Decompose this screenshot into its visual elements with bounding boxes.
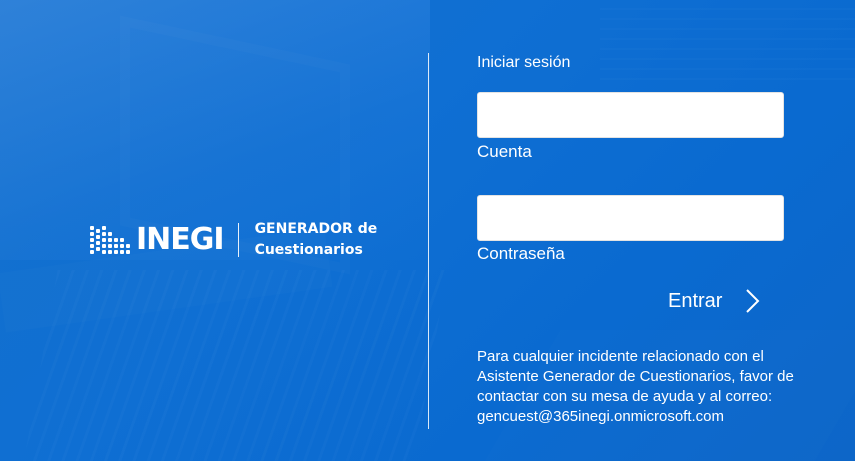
product-name: GENERADOR de Cuestionarios — [255, 219, 378, 261]
brand-lockup: INEGI GENERADOR de Cuestionarios — [90, 220, 377, 260]
product-name-line1: GENERADOR de — [254, 221, 378, 237]
password-label: Contraseña — [477, 244, 565, 263]
help-message: Para cualquier incidente relacionado con… — [477, 348, 794, 425]
brand-separator — [237, 223, 239, 257]
inegi-wordmark: INEGI — [136, 222, 225, 257]
enter-button[interactable]: Entrar — [668, 284, 760, 318]
password-input[interactable] — [477, 195, 784, 241]
inegi-logo: INEGI — [90, 222, 225, 257]
account-input[interactable] — [477, 92, 784, 138]
chevron-right-icon — [746, 289, 760, 313]
account-label: Cuenta — [477, 142, 532, 161]
login-title: Iniciar sesión — [477, 54, 571, 71]
product-name-line2: Cuestionarios — [254, 242, 363, 258]
enter-button-label: Entrar — [668, 289, 723, 312]
vertical-divider — [428, 53, 429, 429]
inegi-dots-icon — [90, 226, 132, 254]
